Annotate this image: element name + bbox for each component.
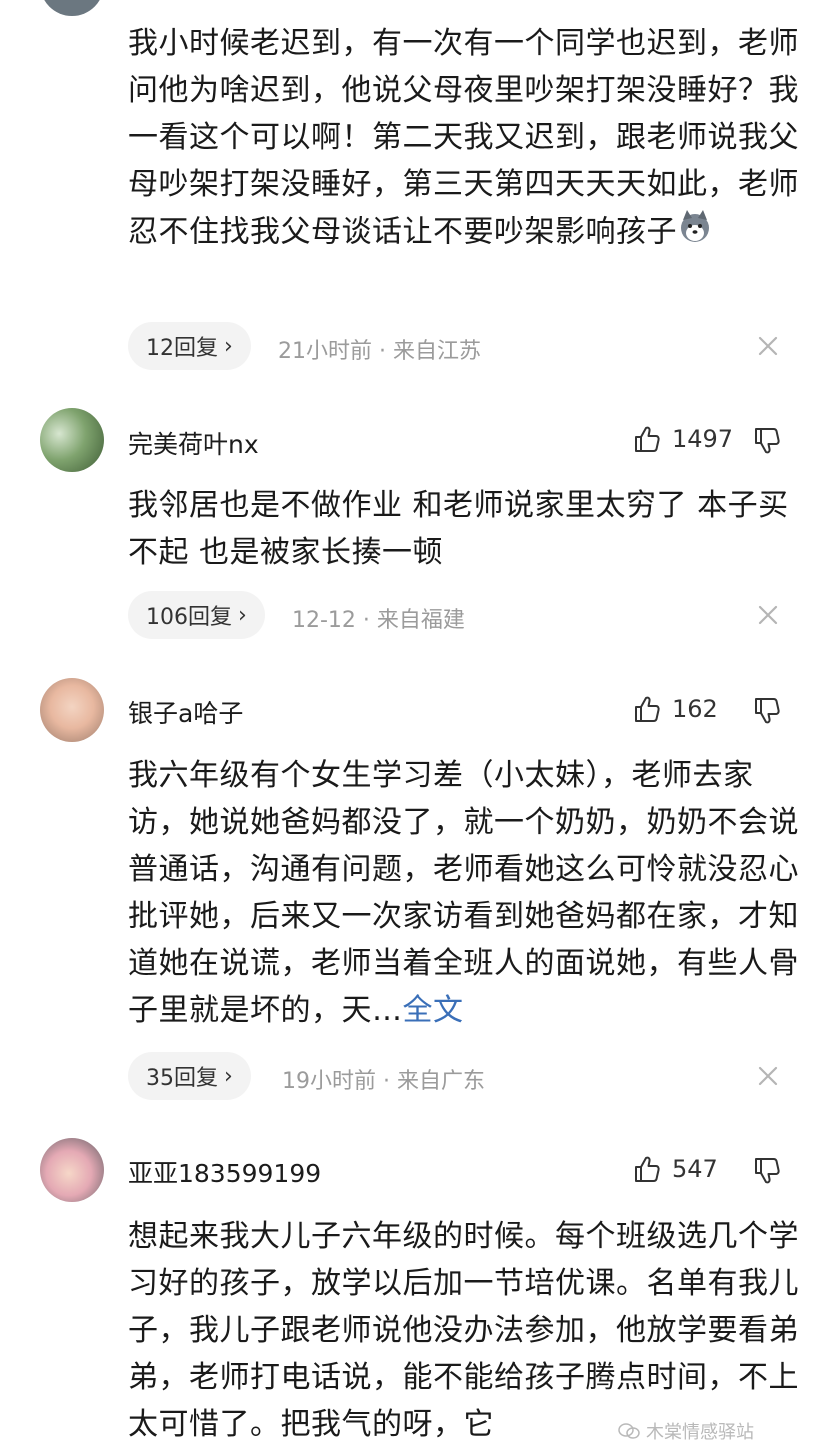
thumbs-up-icon — [635, 1156, 660, 1182]
comment-text: 想起来我大儿子六年级的时候。每个班级选几个学习好的孩子，放学以后加一节培优课。名… — [128, 1219, 799, 1442]
husky-emoji-icon — [677, 208, 713, 258]
replies-button[interactable]: 35回复 › — [128, 1052, 251, 1100]
close-icon[interactable] — [756, 1064, 780, 1088]
like-button[interactable]: 547 — [632, 1154, 718, 1184]
thumbs-up-icon — [635, 426, 660, 452]
comment-meta: 19小时前 · 来自广东 — [282, 1069, 485, 1094]
chevron-right-icon: › — [224, 333, 233, 359]
avatar[interactable] — [40, 1138, 104, 1202]
replies-button[interactable]: 12回复 › — [128, 322, 251, 370]
avatar[interactable] — [40, 678, 104, 742]
like-button[interactable]: 1497 — [632, 424, 733, 454]
like-button[interactable]: 162 — [632, 694, 718, 724]
thumbs-down-icon[interactable] — [752, 1156, 782, 1186]
avatar[interactable] — [40, 0, 104, 16]
close-icon[interactable] — [756, 603, 780, 627]
comment-text: 我小时候老迟到，有一次有一个同学也迟到，老师问他为啥迟到，他说父母夜里吵架打架没… — [128, 20, 808, 258]
thumbs-up-icon — [635, 696, 660, 722]
watermark: 木棠情感驿站 — [618, 1418, 754, 1444]
wechat-icon — [618, 1423, 640, 1439]
thumbs-down-icon[interactable] — [752, 696, 782, 726]
thumbs-down-icon[interactable] — [752, 426, 782, 456]
comment-text: 我六年级有个女生学习差（小太妹），老师去家访，她说她爸妈都没了，就一个奶奶，奶奶… — [128, 758, 799, 1028]
username[interactable]: 银子a哈子 — [128, 694, 243, 730]
chevron-right-icon: › — [224, 1063, 233, 1089]
username[interactable]: 完美荷叶nx — [128, 425, 259, 461]
replies-button[interactable]: 106回复 › — [128, 591, 265, 639]
comment-meta: 21小时前 · 来自江苏 — [278, 339, 481, 364]
close-icon[interactable] — [756, 334, 780, 358]
chevron-right-icon: › — [238, 602, 247, 628]
comment-meta: 12-12 · 来自福建 — [292, 608, 465, 633]
avatar[interactable] — [40, 408, 104, 472]
expand-full-text-link[interactable]: 全文 — [403, 993, 464, 1028]
comment-text: 我邻居也是不做作业 和老师说家里太穷了 本子买不起 也是被家长揍一顿 — [128, 488, 789, 570]
username[interactable]: 亚亚183599199 — [128, 1154, 321, 1190]
